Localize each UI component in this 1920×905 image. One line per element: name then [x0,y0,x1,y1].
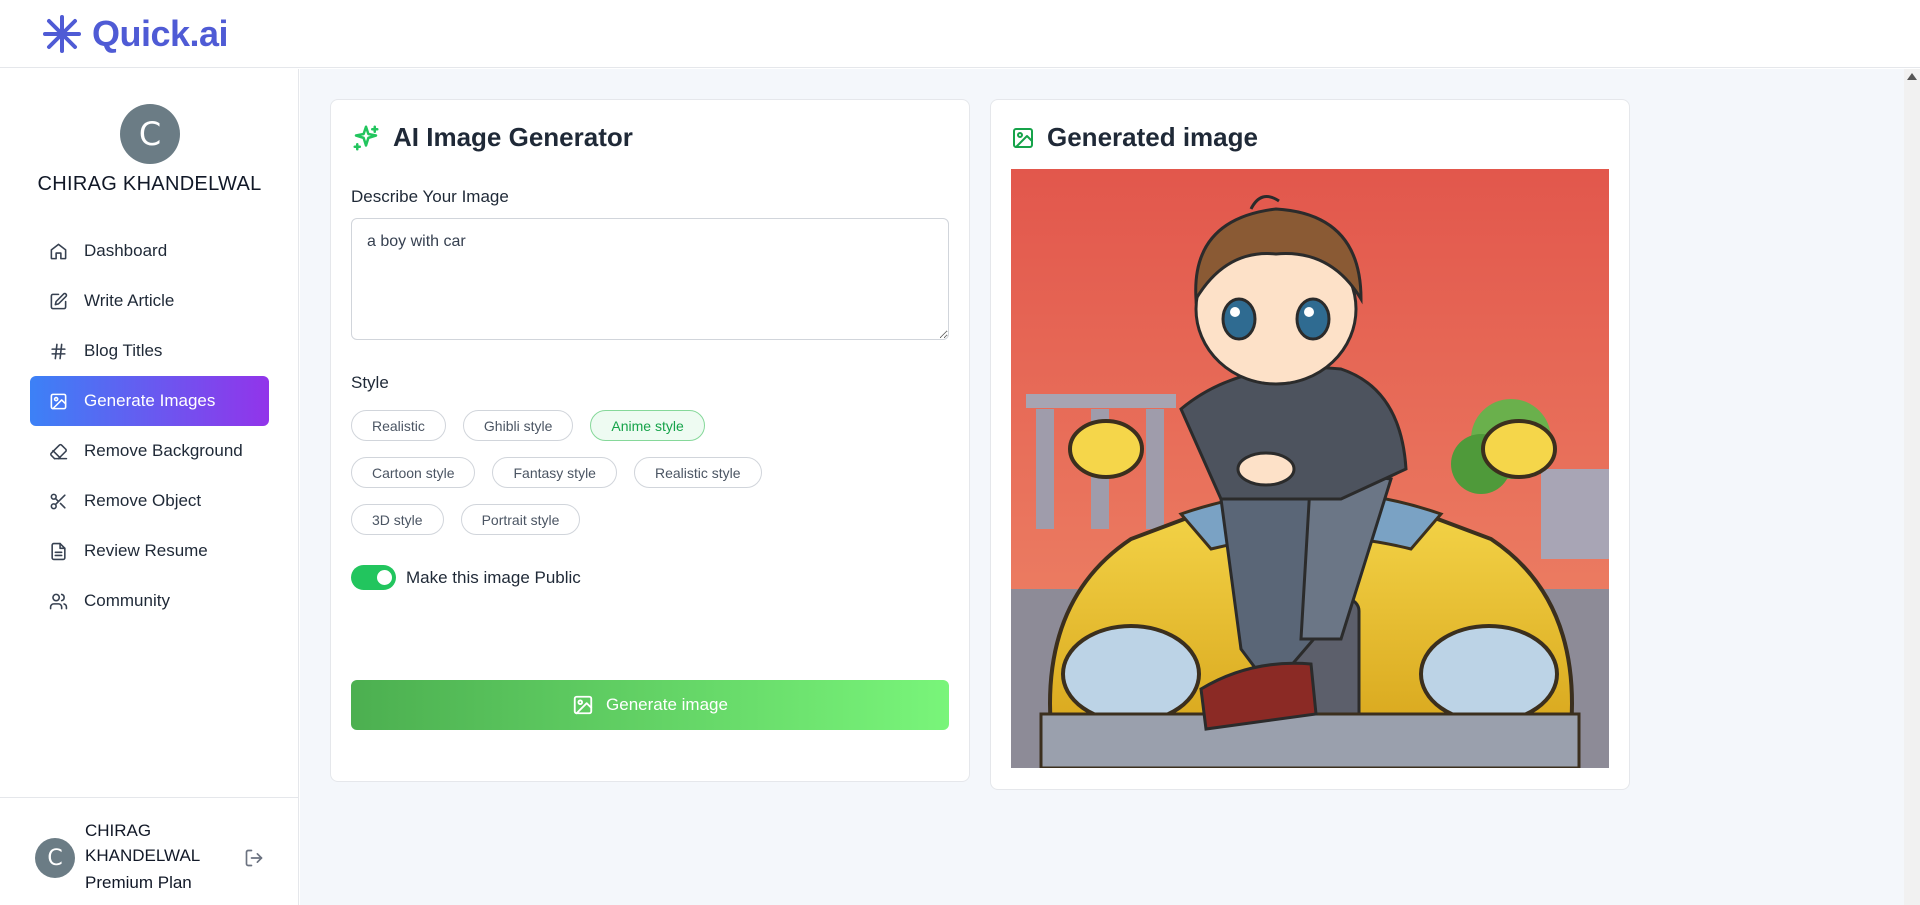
generate-image-button[interactable]: Generate image [351,680,949,730]
generator-title: AI Image Generator [393,122,633,152]
style-chips: Realistic Ghibli style Anime style Carto… [351,410,949,551]
top-header: Quick.ai [0,0,1920,68]
logout-icon[interactable] [244,848,264,868]
sidebar-item-remove-object[interactable]: Remove Object [30,476,269,526]
sidebar-footer: C CHIRAG KHANDELWAL Premium Plan [0,797,299,905]
sidebar-item-label: Remove Object [84,491,202,510]
plan-label: Premium Plan [85,873,192,892]
user-name: CHIRAG KHANDELWAL [37,173,262,195]
edit-icon [48,291,68,311]
style-chip-3d[interactable]: 3D style [351,504,444,535]
scrollbar[interactable] [1904,69,1920,905]
sidebar-item-label: Dashboard [84,241,168,260]
scroll-up-arrow-icon[interactable] [1907,73,1917,80]
sidebar-item-dashboard[interactable]: Dashboard [30,226,269,276]
card-title: AI Image Generator [351,122,633,153]
avatar[interactable]: C [120,104,180,164]
sidebar-item-label: Community [84,591,170,610]
footer-user-name: CHIRAG KHANDELWAL [85,821,201,865]
sidebar-item-label: Write Article [84,291,175,310]
style-chip-anime[interactable]: Anime style [590,410,705,441]
style-chip-portrait[interactable]: Portrait style [460,504,581,535]
scissors-icon [48,491,68,511]
sidebar-item-review-resume[interactable]: Review Resume [30,526,269,576]
style-chip-fantasy[interactable]: Fantasy style [492,457,617,488]
sidebar: C CHIRAG KHANDELWAL Dashboard Write Arti… [0,69,299,905]
users-icon [48,591,68,611]
style-chip-realistic[interactable]: Realistic [351,410,446,441]
generate-button-label: Generate image [606,695,728,714]
generated-image-card: Generated image [990,99,1630,790]
result-title: Generated image [1047,122,1258,152]
main-content: AI Image Generator Describe Your Image a… [300,69,1904,905]
prompt-input[interactable]: a boy with car [351,218,949,340]
hash-icon [48,341,68,361]
public-toggle[interactable] [351,565,396,590]
sidebar-item-label: Generate Images [84,391,216,410]
eraser-icon [48,441,68,461]
style-label: Style [351,373,389,392]
sidebar-item-label: Review Resume [84,541,208,560]
file-text-icon [48,541,68,561]
avatar[interactable]: C [35,838,75,878]
public-toggle-label: Make this image Public [406,567,581,587]
style-chip-cartoon[interactable]: Cartoon style [351,457,476,488]
generated-image-art [1011,169,1609,768]
sidebar-item-label: Blog Titles [84,341,163,360]
sidebar-nav: Dashboard Write Article Blog Titles Gene… [30,226,269,626]
sparkles-icon [353,125,379,150]
image-icon [1013,127,1033,148]
generated-image[interactable] [1011,169,1609,768]
prompt-label: Describe Your Image [351,187,509,206]
logo[interactable]: Quick.ai [40,12,229,55]
sidebar-item-generate-images[interactable]: Generate Images [30,376,269,426]
public-toggle-row: Make this image Public [351,565,581,590]
sidebar-item-write-article[interactable]: Write Article [30,276,269,326]
sidebar-item-remove-background[interactable]: Remove Background [30,426,269,476]
sidebar-item-community[interactable]: Community [30,576,269,626]
logo-text: Quick.ai [92,12,229,54]
sidebar-item-label: Remove Background [84,441,243,460]
image-generator-card: AI Image Generator Describe Your Image a… [330,99,970,782]
home-icon [48,241,68,261]
image-icon [48,391,68,411]
style-chip-ghibli[interactable]: Ghibli style [462,410,574,441]
card-title: Generated image [1011,122,1258,153]
sidebar-item-blog-titles[interactable]: Blog Titles [30,326,269,376]
image-icon [573,695,593,715]
logo-icon [43,14,81,53]
style-chip-realistic-style[interactable]: Realistic style [633,457,762,488]
